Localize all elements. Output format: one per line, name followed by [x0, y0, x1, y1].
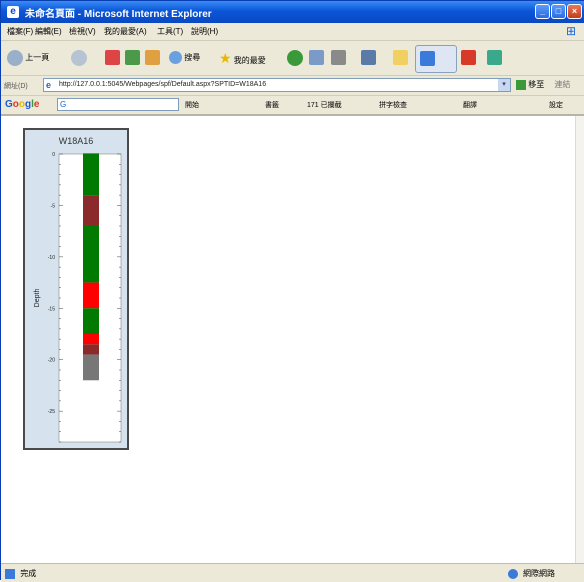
address-input[interactable]: e http://127.0.0.1:5045/Webpages/spf/Def… [43, 78, 511, 92]
folder-button[interactable] [393, 49, 408, 67]
search-label: 搜尋 [184, 53, 201, 62]
windows-logo-icon: ⊞ [565, 24, 577, 38]
title-bar[interactable]: e 未命名頁面 - Microsoft Internet Explorer _ … [1, 1, 584, 23]
y-tick-label: -10 [48, 255, 55, 261]
lithology-interval [83, 226, 99, 283]
maximize-button[interactable]: □ [551, 4, 566, 19]
well-log-chart: 0 -5 -10 -15 -20 -25 Depth [34, 152, 122, 443]
favorites-button[interactable]: ★ 我的最愛 [219, 49, 266, 67]
search-icon [169, 51, 182, 65]
menu-view[interactable]: 檢視(V) [69, 26, 96, 37]
history-button[interactable] [287, 49, 303, 67]
back-label: 上一頁 [25, 53, 50, 62]
address-url: http://127.0.0.1:5045/Webpages/spf/Defau… [59, 81, 267, 88]
lithology-interval [83, 334, 99, 345]
address-bar: 網址(D) e http://127.0.0.1:5045/Webpages/s… [1, 76, 584, 96]
lithology-interval [83, 344, 99, 355]
favorites-label: 我的最愛 [233, 56, 266, 65]
browser-window: e 未命名頁面 - Microsoft Internet Explorer _ … [0, 0, 584, 582]
y-tick-label: -25 [48, 409, 55, 415]
home-icon [145, 50, 160, 66]
y-tick-label: -15 [48, 306, 55, 312]
forward-button[interactable] [71, 49, 87, 67]
address-label: 網址(D) [4, 83, 28, 90]
lithology-interval [83, 354, 99, 381]
page-content: W18A16 0 -5 -10 -15 -20 -25 Depth [11, 116, 574, 563]
standard-toolbar: 上一頁 搜尋 ★ 我的最愛 [1, 41, 584, 76]
zone-label: 網際網路 [523, 569, 555, 578]
menu-favorites[interactable]: 我的最愛(A) [104, 26, 147, 37]
go-arrow-icon[interactable] [516, 79, 526, 90]
back-arrow-icon [7, 49, 23, 66]
menu-bar: 檔案(F) 編輯(E) 檢視(V) 我的最愛(A) 工具(T) 說明(H) ⊞ [1, 23, 584, 41]
google-search-input[interactable]: G [57, 98, 179, 111]
google-bookmarks-button[interactable]: 書籤 [265, 100, 279, 110]
refresh-icon [125, 50, 140, 66]
well-log-panel: W18A16 0 -5 -10 -15 -20 -25 Depth [23, 128, 129, 450]
zone-indicator: 網際網路 [507, 568, 555, 579]
google-toolbar: Google G 開始 書籤 171 已攔截 拼字檢查 翻譯 設定 [1, 96, 584, 116]
ie-app-icon: e [7, 6, 19, 18]
history-icon [287, 49, 303, 66]
y-tick-label: 0 [52, 152, 55, 158]
y-tick-label: -20 [48, 358, 55, 364]
google-start-button[interactable]: 開始 [185, 100, 199, 110]
star-icon: ★ [219, 50, 232, 66]
refresh-button[interactable] [125, 49, 140, 67]
google-logo: Google [5, 99, 40, 110]
status-text: 完成 [5, 568, 36, 579]
window-title: 未命名頁面 - Microsoft Internet Explorer [25, 9, 212, 20]
y-axis-label: Depth [34, 289, 41, 308]
google-popup-blocked[interactable]: 171 已攔截 [307, 100, 342, 110]
address-dropdown-icon[interactable]: ▾ [498, 79, 510, 91]
research-icon [461, 50, 476, 66]
status-page-icon [5, 568, 15, 579]
research-button[interactable] [461, 49, 476, 67]
back-button[interactable]: 上一頁 [7, 49, 49, 67]
google-settings-button[interactable]: 設定 [549, 100, 563, 110]
addon-button[interactable] [487, 49, 502, 67]
lithology-interval [83, 195, 99, 226]
menu-edit[interactable]: 編輯(E) [35, 26, 62, 37]
go-area: 移至 連結 [516, 79, 570, 90]
stop-icon [105, 50, 120, 66]
messenger-button[interactable] [415, 45, 457, 73]
lithology-interval [83, 154, 99, 196]
page-icon: e [46, 80, 52, 90]
print-icon [331, 50, 346, 66]
menu-help[interactable]: 說明(H) [191, 26, 218, 37]
google-translate-button[interactable]: 翻譯 [463, 100, 477, 110]
menu-file[interactable]: 檔案(F) [7, 26, 33, 37]
close-button[interactable]: × [567, 4, 582, 19]
status-done-label: 完成 [20, 569, 37, 578]
menu-tools[interactable]: 工具(T) [157, 26, 183, 37]
go-button[interactable]: 移至 [528, 80, 544, 89]
links-label[interactable]: 連結 [554, 80, 570, 89]
messenger-icon [420, 51, 435, 66]
internet-zone-icon [507, 568, 518, 579]
addon-icon [487, 50, 502, 66]
stop-button[interactable] [105, 49, 120, 67]
folder-icon [393, 50, 408, 66]
forward-arrow-icon [71, 49, 87, 66]
lithology-interval [83, 282, 99, 309]
vertical-scrollbar[interactable] [575, 116, 584, 563]
lithology-interval [83, 308, 99, 334]
minimize-button[interactable]: _ [535, 4, 550, 19]
mail-icon [309, 50, 324, 66]
mail-button[interactable] [309, 49, 324, 67]
status-bar: 完成 網際網路 [1, 563, 584, 582]
y-tick-label: -5 [51, 203, 56, 209]
print-button[interactable] [331, 49, 346, 67]
home-button[interactable] [145, 49, 160, 67]
edit-button[interactable] [361, 49, 376, 67]
edit-icon [361, 50, 376, 66]
google-spellcheck-button[interactable]: 拼字檢查 [379, 100, 407, 110]
search-button[interactable]: 搜尋 [169, 49, 200, 67]
